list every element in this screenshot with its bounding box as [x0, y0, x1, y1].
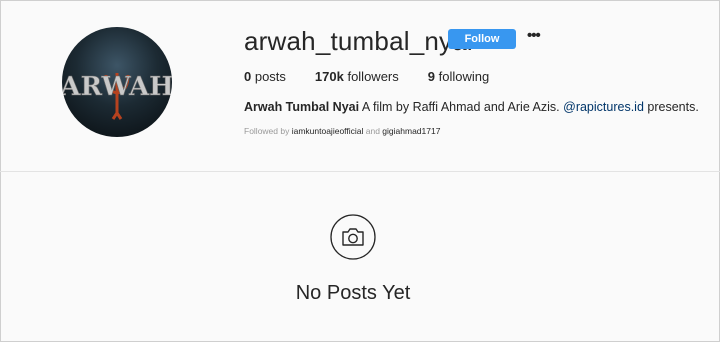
header-divider [0, 171, 720, 172]
bio-name: Arwah Tumbal Nyai [244, 100, 360, 114]
following-stat[interactable]: 9 following [428, 69, 489, 84]
following-label: following [435, 69, 490, 84]
followed-by-account-1[interactable]: iamkuntoajieofficial [292, 126, 364, 136]
follow-button[interactable]: Follow [448, 29, 516, 49]
more-options-button[interactable]: ••• [527, 27, 541, 44]
posts-label: posts [251, 69, 286, 84]
followers-stat[interactable]: 170k followers [315, 69, 399, 84]
followers-count: 170k [314, 69, 344, 84]
followed-by: Followed by iamkuntoajieofficial and gig… [244, 126, 440, 136]
avatar[interactable]: ARWAH [62, 27, 172, 137]
profile-username: arwah_tumbal_nyai [244, 26, 473, 56]
followed-by-and: and [363, 126, 383, 136]
followed-by-prefix: Followed by [244, 126, 292, 136]
profile-bio: Arwah Tumbal Nyai A film by Raffi Ahmad … [244, 100, 699, 114]
profile-stats: 0 posts 170k followers 9 following [244, 69, 518, 84]
posts-stat: 0 posts [244, 69, 286, 84]
bio-mention-link[interactable]: @rapictures.id [563, 100, 644, 114]
svg-text:ARWAH: ARWAH [62, 72, 172, 102]
followers-label: followers [343, 69, 399, 84]
following-count: 9 [427, 69, 435, 84]
bio-text: A film by Raffi Ahmad and Arie Azis. [359, 100, 564, 114]
bio-end: presents. [643, 100, 699, 114]
avatar-logo-image: ARWAH [62, 72, 172, 120]
no-posts-title: No Posts Yet [295, 282, 411, 304]
camera-icon [330, 214, 376, 260]
followed-by-account-2[interactable]: gigiahmad1717 [382, 126, 440, 136]
